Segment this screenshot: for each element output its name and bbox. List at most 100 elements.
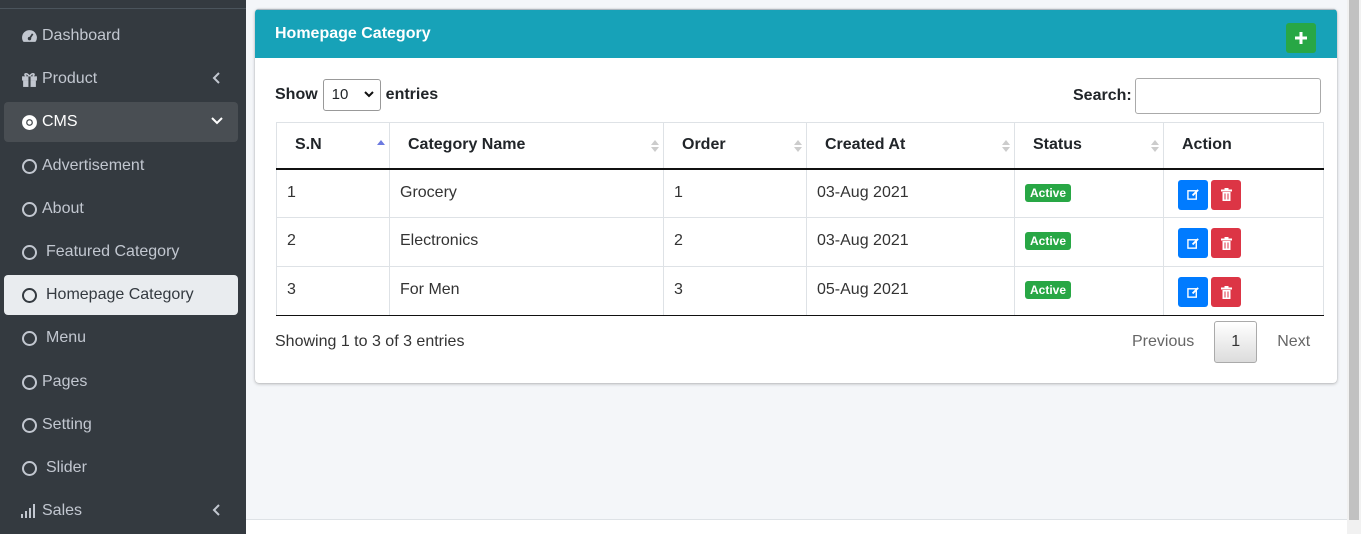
pagination: Previous 1 Next	[1112, 321, 1330, 363]
edit-button[interactable]	[1178, 179, 1208, 210]
cell-category-name: For Men	[389, 266, 664, 316]
sidebar-item-sales[interactable]: Sales	[4, 491, 238, 531]
status-badge: Active	[1025, 281, 1072, 299]
show-label: Show	[275, 85, 318, 103]
circle-icon	[20, 459, 38, 477]
trash-icon	[1220, 236, 1232, 250]
status-badge: Active	[1025, 183, 1072, 202]
cell-created-at: 05-Aug 2021	[806, 266, 1015, 316]
cell-category-name: Electronics	[389, 217, 664, 267]
sidebar-item-label: Featured Category	[46, 243, 180, 260]
chevron-left-icon	[210, 71, 224, 85]
sidebar-item-slider[interactable]: Slider	[4, 448, 238, 488]
search-input[interactable]	[1134, 78, 1321, 114]
column-header-action: Action	[1163, 122, 1324, 170]
signal-icon	[20, 502, 38, 520]
chevron-down-icon	[210, 114, 224, 128]
cell-created-at: 03-Aug 2021	[806, 168, 1015, 218]
page-footer	[246, 519, 1347, 534]
sidebar-item-dashboard[interactable]: Dashboard	[4, 16, 238, 56]
sort-icon	[651, 140, 659, 152]
status-badge: Active	[1025, 232, 1072, 250]
sidebar-item-setting[interactable]: Setting	[4, 405, 238, 445]
sidebar-item-advertisement[interactable]: Advertisement	[4, 146, 238, 186]
sidebar-item-label: Advertisement	[42, 157, 145, 174]
sort-icon	[1002, 140, 1010, 152]
search-label: Search:	[1073, 87, 1132, 104]
trash-icon	[1220, 188, 1232, 201]
edit-icon	[1186, 286, 1199, 298]
column-header-order[interactable]: Order	[663, 122, 807, 170]
cell-sn: 3	[276, 266, 390, 316]
table-row: 1 Grocery 1 03-Aug 2021 Active	[276, 168, 1324, 218]
cell-sn: 1	[276, 168, 390, 218]
circle-icon	[20, 416, 38, 434]
sidebar-item-label: Sales	[42, 502, 83, 519]
column-header-sn[interactable]: S.N	[276, 122, 390, 170]
sidebar-item-cms[interactable]: CMS	[4, 102, 238, 142]
sidebar-item-label: Homepage Category	[46, 286, 194, 303]
sidebar-item-pages[interactable]: Pages	[4, 362, 238, 402]
sidebar-item-label: CMS	[42, 113, 78, 130]
cell-status: Active	[1014, 217, 1164, 267]
cell-action	[1163, 168, 1324, 218]
column-header-created-at[interactable]: Created At	[806, 122, 1015, 170]
entries-select[interactable]: 10	[322, 78, 381, 111]
sidebar-item-menu[interactable]: Menu	[4, 318, 238, 358]
sidebar-item-homepage-category[interactable]: Homepage Category	[4, 275, 238, 315]
circle-icon	[20, 157, 38, 175]
table-row: 2 Electronics 2 03-Aug 2021 Active	[276, 217, 1324, 267]
gift-icon	[20, 70, 38, 88]
dashboard-icon	[20, 27, 38, 45]
sidebar-item-featured-category[interactable]: Featured Category	[4, 232, 238, 272]
cell-order: 2	[663, 217, 807, 267]
edit-button[interactable]	[1178, 277, 1208, 307]
cell-action	[1163, 217, 1324, 267]
cell-order: 1	[663, 168, 807, 218]
cell-order: 3	[663, 266, 807, 316]
page-button-current[interactable]: 1	[1214, 321, 1258, 363]
chrome-icon	[20, 113, 38, 131]
main-content: Homepage Category Show 10 entries Search…	[246, 0, 1347, 534]
delete-button[interactable]	[1211, 179, 1241, 210]
circle-icon	[20, 243, 38, 261]
cell-created-at: 03-Aug 2021	[806, 217, 1015, 267]
cell-sn: 2	[276, 217, 390, 267]
table-header-row: S.N Category Name Order Created At Statu…	[276, 122, 1324, 170]
circle-icon	[20, 329, 38, 347]
sidebar-item-label: Setting	[42, 416, 92, 433]
table-row: 3 For Men 3 05-Aug 2021 Active	[276, 266, 1324, 316]
sidebar-item-label: Menu	[46, 329, 87, 346]
previous-page-button[interactable]: Previous	[1112, 333, 1214, 351]
edit-icon	[1186, 237, 1199, 249]
category-table: S.N Category Name Order Created At Statu…	[276, 122, 1324, 316]
table-info: Showing 1 to 3 of 3 entries	[275, 333, 465, 350]
circle-icon	[20, 286, 38, 304]
sort-icon	[1151, 140, 1159, 152]
cell-status: Active	[1014, 168, 1164, 218]
next-page-button[interactable]: Next	[1257, 333, 1330, 351]
entries-length-control: Show 10 entries	[275, 78, 438, 111]
sidebar-item-label: Product	[42, 70, 98, 87]
delete-button[interactable]	[1211, 228, 1241, 258]
edit-button[interactable]	[1178, 228, 1208, 258]
plus-icon	[1295, 32, 1307, 44]
delete-button[interactable]	[1211, 277, 1241, 307]
sidebar-item-about[interactable]: About	[4, 189, 238, 229]
sidebar-item-label: Dashboard	[42, 27, 121, 44]
circle-icon	[20, 200, 38, 218]
card-header: Homepage Category	[255, 9, 1337, 58]
sidebar-item-product[interactable]: Product	[4, 59, 238, 99]
chevron-down-icon	[363, 91, 374, 98]
sidebar: Dashboard Product CMS Advertisement Abou…	[0, 0, 246, 534]
cell-action	[1163, 266, 1324, 316]
scrollbar-thumb[interactable]	[1349, 0, 1359, 520]
column-header-category-name[interactable]: Category Name	[389, 122, 664, 170]
add-category-button[interactable]	[1286, 23, 1316, 53]
trash-icon	[1220, 285, 1232, 299]
sort-asc-icon	[377, 140, 385, 145]
cell-category-name: Grocery	[389, 168, 664, 218]
column-header-status[interactable]: Status	[1014, 122, 1164, 170]
entries-select-value: 10	[331, 86, 349, 103]
circle-icon	[20, 373, 38, 391]
